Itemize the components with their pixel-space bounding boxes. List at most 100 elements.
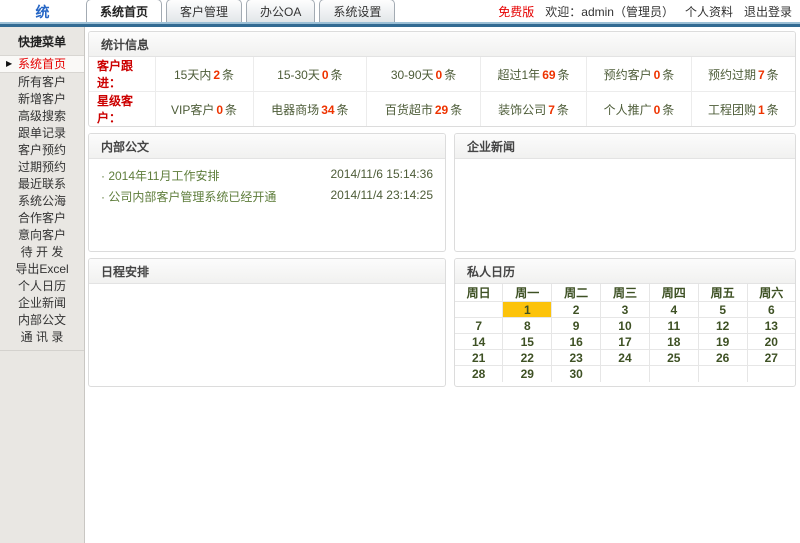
statistic-cell[interactable]: 15-30天0条	[253, 57, 367, 92]
statistic-cell[interactable]: 预约客户0条	[587, 57, 691, 92]
calendar-day-cell[interactable]: 8	[503, 318, 552, 334]
statistic-cell[interactable]: 装饰公司7条	[480, 92, 586, 127]
document-link[interactable]: · 公司内部客户管理系统已经开通	[101, 188, 276, 205]
calendar-day-cell[interactable]: 15	[503, 334, 552, 350]
tab-系统首页[interactable]: 系统首页	[86, 0, 162, 22]
calendar-day-cell[interactable]: 20	[747, 334, 795, 350]
statistic-cell[interactable]: 工程团购1条	[691, 92, 795, 127]
calendar-week-row: 282930	[455, 366, 795, 382]
active-item-arrow-icon: ▶	[6, 56, 12, 72]
statistic-count: 1	[758, 103, 765, 117]
sidebar-item[interactable]: 内部公文	[0, 312, 84, 328]
profile-link[interactable]: 个人资料	[685, 3, 733, 20]
top-bar: 客户管理系统 系统首页客户管理办公OA系统设置 免费版 欢迎：admin（管理员…	[0, 0, 800, 22]
calendar-day-cell[interactable]: 5	[698, 302, 747, 318]
calendar-table: 周日周一周二周三周四周五周六 1234567891011121314151617…	[455, 284, 795, 382]
sidebar-item[interactable]: 跟单记录	[0, 125, 84, 141]
sidebar-item[interactable]: 高级搜索	[0, 108, 84, 124]
sidebar-item[interactable]: ▶ 系统首页	[0, 55, 84, 73]
calendar-weekday-header: 周四	[649, 284, 698, 302]
calendar-day-cell[interactable]: 17	[601, 334, 650, 350]
tab-办公OA[interactable]: 办公OA	[246, 0, 315, 22]
calendar-day-cell[interactable]: 3	[601, 302, 650, 318]
statistics-panel: 统计信息 客户跟进：15天内2条15-30天0条30-90天0条超过1年69条预…	[88, 31, 796, 127]
sidebar-item[interactable]: 新增客户	[0, 91, 84, 107]
sidebar-title: 快捷菜单	[0, 27, 84, 55]
sidebar-item-label: 个人日历	[18, 279, 66, 293]
calendar-day-cell[interactable]: 4	[649, 302, 698, 318]
sidebar-item[interactable]: 个人日历	[0, 278, 84, 294]
statistic-cell[interactable]: 超过1年69条	[480, 57, 586, 92]
calendar-day-cell[interactable]: 2	[552, 302, 601, 318]
statistic-cell[interactable]: 百货超市29条	[367, 92, 481, 127]
calendar-day-cell[interactable]: 12	[698, 318, 747, 334]
sidebar-item-label: 高级搜索	[18, 109, 66, 123]
calendar-week-row: 78910111213	[455, 318, 795, 334]
sidebar-item[interactable]: 企业新闻	[0, 295, 84, 311]
statistic-count: 34	[321, 103, 334, 117]
sidebar-item[interactable]: 待 开 发	[0, 244, 84, 260]
calendar-day-cell[interactable]: 9	[552, 318, 601, 334]
calendar-day-cell[interactable]: 29	[503, 366, 552, 382]
statistic-unit: 条	[662, 103, 674, 117]
statistic-cell[interactable]: 电器商场34条	[253, 92, 367, 127]
sidebar-item-label: 意向客户	[18, 228, 66, 242]
sidebar-item[interactable]: 最近联系	[0, 176, 84, 192]
sidebar-item[interactable]: 系统公海	[0, 193, 84, 209]
calendar-day-cell[interactable]: 28	[455, 366, 503, 382]
tab-系统设置[interactable]: 系统设置	[319, 0, 395, 22]
calendar-day-cell[interactable]: 30	[552, 366, 601, 382]
statistics-row: 星级客户：VIP客户0条电器商场34条百货超市29条装饰公司7条个人推广0条工程…	[89, 92, 795, 127]
calendar-day-cell[interactable]: 19	[698, 334, 747, 350]
calendar-day-cell[interactable]: 25	[649, 350, 698, 366]
statistic-unit: 条	[337, 103, 349, 117]
calendar-day-cell[interactable]: 16	[552, 334, 601, 350]
sidebar-item[interactable]: 客户预约	[0, 142, 84, 158]
sidebar-item[interactable]: 通 讯 录	[0, 329, 84, 345]
sidebar-item-label: 系统公海	[18, 194, 66, 208]
schedule-body	[89, 284, 445, 386]
calendar-empty-cell	[698, 366, 747, 382]
calendar-day-cell[interactable]: 7	[455, 318, 503, 334]
statistic-cell[interactable]: 30-90天0条	[367, 57, 481, 92]
calendar-day-cell[interactable]: 27	[747, 350, 795, 366]
internal-documents-title: 内部公文	[89, 134, 445, 159]
statistic-count: 0	[654, 68, 661, 82]
sidebar-item-label: 系统首页	[18, 57, 66, 71]
logout-link[interactable]: 退出登录	[744, 3, 792, 20]
sidebar-item[interactable]: 合作客户	[0, 210, 84, 226]
document-link[interactable]: · 2014年11月工作安排	[101, 167, 219, 184]
statistic-count: 0	[322, 68, 329, 82]
calendar-day-cell[interactable]: 11	[649, 318, 698, 334]
statistic-count: 69	[542, 68, 555, 82]
sidebar-item-label: 内部公文	[18, 313, 66, 327]
sidebar-item[interactable]: 所有客户	[0, 74, 84, 90]
calendar-day-cell[interactable]: 24	[601, 350, 650, 366]
sidebar-item-label: 最近联系	[18, 177, 66, 191]
calendar-day-cell[interactable]: 6	[747, 302, 795, 318]
sidebar-item[interactable]: 导出Excel	[0, 261, 84, 277]
statistic-cell[interactable]: 预约过期7条	[691, 57, 795, 92]
calendar-day-cell[interactable]: 21	[455, 350, 503, 366]
sidebar-item[interactable]: 意向客户	[0, 227, 84, 243]
statistic-name: 预约客户	[604, 68, 652, 82]
calendar-day-cell[interactable]: 22	[503, 350, 552, 366]
statistic-name: 电器商场	[271, 103, 319, 117]
statistic-cell[interactable]: VIP客户0条	[155, 92, 253, 127]
calendar-day-cell[interactable]: 23	[552, 350, 601, 366]
sidebar-item-label: 通 讯 录	[21, 330, 64, 344]
statistic-cell[interactable]: 个人推广0条	[587, 92, 691, 127]
company-news-panel: 企业新闻	[454, 133, 796, 252]
calendar-day-cell[interactable]: 10	[601, 318, 650, 334]
sidebar-item-label: 企业新闻	[18, 296, 66, 310]
calendar-day-cell[interactable]: 26	[698, 350, 747, 366]
statistic-unit: 条	[662, 68, 674, 82]
sidebar-item[interactable]: 过期预约	[0, 159, 84, 175]
tab-客户管理[interactable]: 客户管理	[166, 0, 242, 22]
calendar-day-cell[interactable]: 13	[747, 318, 795, 334]
calendar-day-cell[interactable]: 1	[503, 302, 552, 318]
statistic-cell[interactable]: 15天内2条	[155, 57, 253, 92]
calendar-day-cell[interactable]: 14	[455, 334, 503, 350]
sidebar: 快捷菜单 ▶ 系统首页所有客户新增客户高级搜索跟单记录客户预约过期预约最近联系系统…	[0, 27, 85, 543]
calendar-day-cell[interactable]: 18	[649, 334, 698, 350]
